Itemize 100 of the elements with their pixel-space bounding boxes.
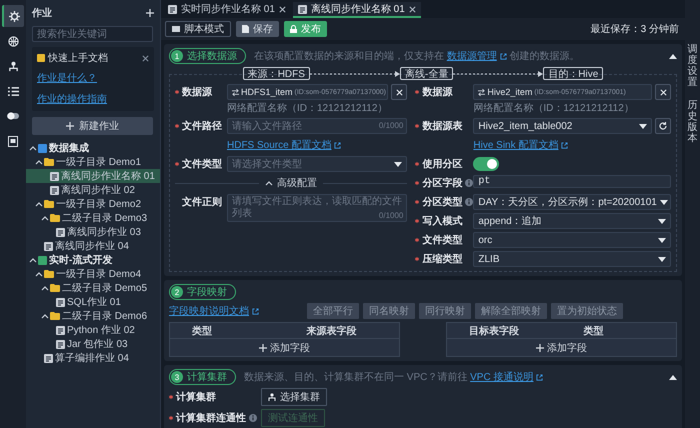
file-icon [50,186,59,194]
doc-link[interactable]: 字段映射说明文档 [169,304,259,318]
help-title: 快速上手文档 [48,52,108,65]
field-label: 计算集群连通性 [176,412,246,425]
close-button[interactable] [142,54,149,62]
rail-button[interactable] [2,5,24,27]
add-field-button[interactable]: 添加字段 [259,340,310,354]
flow-label: 目的：Hive [543,67,604,80]
tree-item[interactable]: 一级子目录 Demo2 [26,197,160,211]
section-hint: 在该项配置数据的来源和目的端，仅支持在 数据源管理 创建的数据源。 [254,49,580,63]
field-label: 使用分区 [422,158,462,171]
triangle-icon [658,218,666,224]
tree-item[interactable]: 实时-流式开发 [26,253,160,267]
toggle-icon[interactable] [7,112,19,120]
triangle-icon [658,256,666,262]
network-config-note: 网络配置名称（ID：12121212112） [473,102,635,115]
new-job-button[interactable]: 新建作业 [32,117,153,135]
doc-link[interactable]: HDFS Source 配置文档 [227,138,342,152]
tree-item[interactable]: 离线同步作业名称 01 [26,169,160,183]
section-toggle[interactable]: 高级配置 [265,176,318,190]
select-field[interactable]: ZLIB [473,251,671,267]
column-header: 来源表字段 [306,324,358,338]
close-icon [278,6,286,12]
triangle-icon [658,238,666,242]
flow-label: 来源：HDFS [242,67,310,80]
globe-icon[interactable] [8,36,18,46]
tree-item[interactable]: 离线同步作业 02 [26,183,160,197]
step-pill: 3 计算集群 [169,369,236,385]
cluster-icon [268,393,276,401]
editor-tab[interactable]: 实时同步作业名称 01 [163,2,291,18]
file-icon [56,298,65,306]
chevron-icon [265,180,274,186]
tree-item[interactable]: 数据集成 [26,141,160,155]
select-field[interactable]: Hive2_item_table002 [473,118,652,134]
collapse-button[interactable] [669,374,677,380]
triangle-icon [669,374,677,380]
tree-item[interactable]: 二级子目录 Demo3 [26,211,160,225]
select-field[interactable]: orc [473,232,671,248]
close-icon [142,54,149,62]
field-label: 分区字段 [422,176,462,190]
file-icon [168,4,177,14]
column-header: 目标表字段 [468,324,520,338]
network-config-note: 网络配置名称（ID：12121212112） [227,102,388,115]
clear-button[interactable] [655,84,671,100]
folder-icon [44,200,54,208]
tree-item[interactable]: 二级子目录 Demo5 [26,281,160,295]
toolbar-button[interactable]: 脚本模式 [165,21,231,37]
toggle-switch[interactable] [473,157,500,171]
add-button[interactable] [146,9,154,17]
settings-icon[interactable] [8,10,20,22]
help-link[interactable]: 作业是什么？ [37,71,97,85]
select-field[interactable]: append：追加 [473,213,671,229]
tree-item[interactable]: 算子编排作业 04 [26,351,160,365]
section-hint: 数据来源、目的、计算集群不在同一 VPC？请前往 VPC 接通说明 [244,370,544,384]
tree-item[interactable]: 二级子目录 Demo6 [26,309,160,323]
vertical-tab[interactable]: 调度设置 [688,44,698,88]
triangle-icon [639,124,647,128]
triangle-icon [394,162,402,166]
collapse-button[interactable] [669,54,677,58]
field-label: 文件路径 [182,120,222,133]
vertical-tab[interactable]: 历史版本 [688,100,698,144]
tree-item[interactable]: 离线同步作业 04 [26,239,160,253]
chevron-icon [41,313,49,319]
search-field[interactable]: 搜索作业关键词 [32,26,153,42]
editor-tab[interactable]: 离线同步作业名称 01 [292,2,421,18]
input-field[interactable]: pt [473,175,671,188]
field-label: 分区类型 [422,196,462,209]
tree-item[interactable]: Python 作业 02 [26,323,160,337]
refresh-button[interactable] [655,118,671,134]
external-link-icon [561,142,568,148]
tree-item[interactable]: Jar 包作业 03 [26,337,160,351]
tree-item[interactable]: SQL作业 01 [26,295,160,309]
external-link-icon [500,52,507,60]
field-label: 数据源 [422,86,452,99]
file-icon [44,354,53,362]
cluster-button[interactable]: 选择集群 [261,388,327,406]
tree-item[interactable]: 离线同步作业 03 [26,225,160,239]
toolbar-button[interactable]: 保存 [236,21,279,37]
file-icon [44,242,53,250]
tree-item[interactable]: 一级子目录 Demo4 [26,267,160,281]
step-pill: 1 选择数据源 [169,48,246,64]
file-icon [298,4,307,14]
clear-button[interactable] [391,84,408,100]
list-icon[interactable] [8,86,18,96]
file-icon [56,228,65,236]
column-header: 类型 [582,324,604,338]
triangle-icon [669,54,677,58]
field-label: 数据源 [182,86,212,99]
add-field-button[interactable]: 添加字段 [536,340,587,354]
select-field[interactable]: DAY：天分区，分区示例：pt=20200101 [473,194,671,210]
hint-link[interactable]: VPC 接通说明 [470,370,544,384]
tree-item[interactable]: 一级子目录 Demo1 [26,155,160,169]
document-icon[interactable] [8,136,18,146]
plus-icon [66,122,74,130]
file-icon [56,326,65,334]
help-link[interactable]: 作业的操作指南 [37,92,107,106]
file-icon [50,172,59,180]
hint-link[interactable]: 数据源管理 [446,49,507,63]
hierarchy-icon[interactable] [8,60,18,72]
doc-link[interactable]: Hive Sink 配置文档 [473,138,568,152]
